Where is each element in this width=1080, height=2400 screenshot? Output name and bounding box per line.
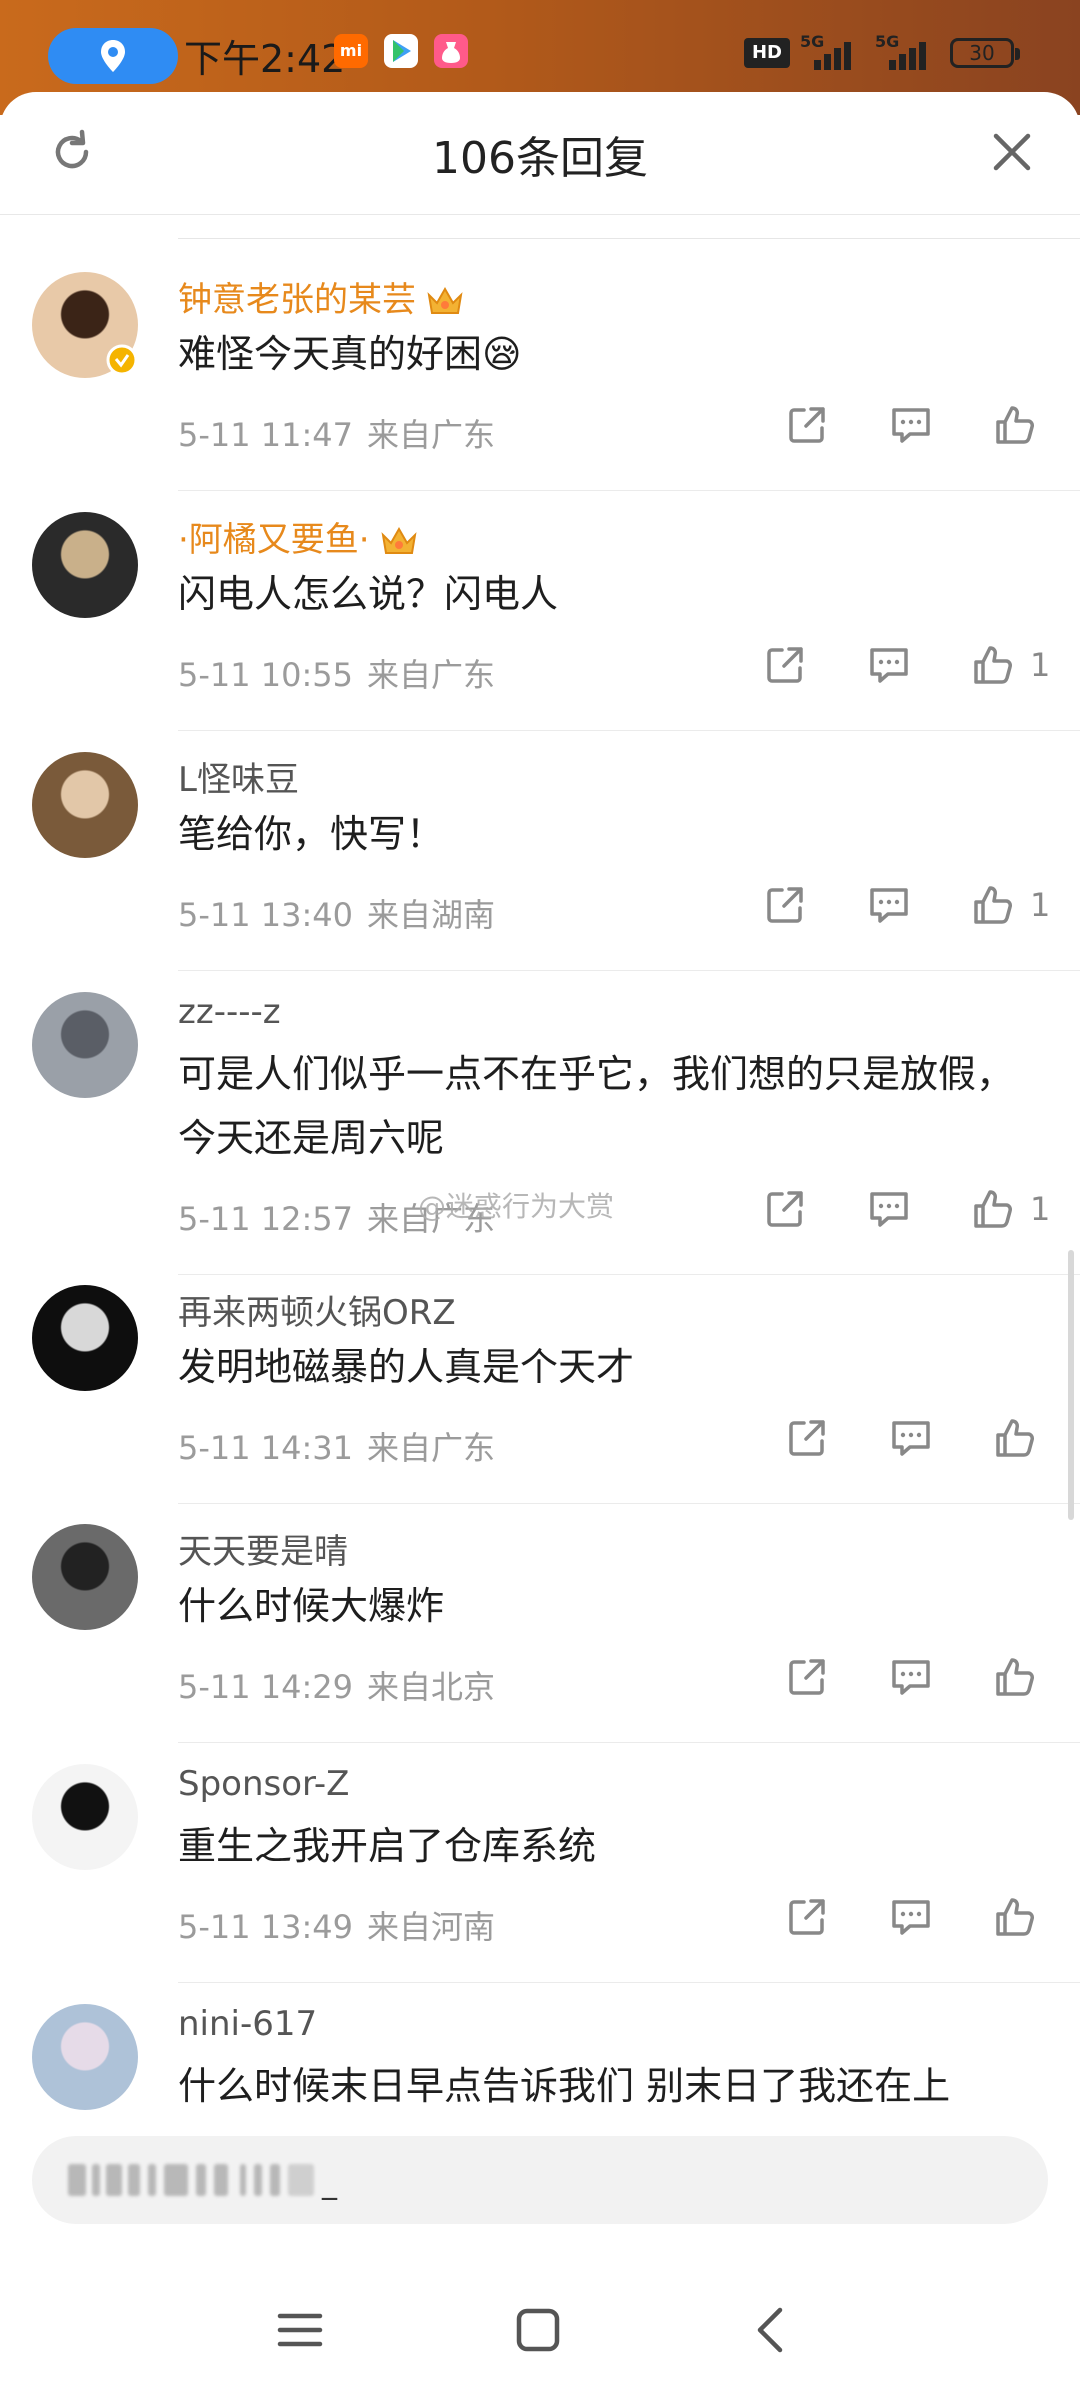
divider [178,1982,1080,1983]
mi-app-icon: mi [334,34,368,68]
comment-icon[interactable] [888,402,934,448]
comment-meta: 5-11 13:40 来自湖南 [178,890,495,936]
comment-date: 5-11 10:55 [178,656,354,694]
system-nav-bar [0,2260,1080,2400]
avatar[interactable] [32,2004,138,2110]
like-icon[interactable] [970,882,1016,928]
divider [178,1274,1080,1275]
sheet-header: 106条回复 [0,92,1080,215]
comment-text: 重生之我开启了仓库系统 [178,1824,597,1868]
comment-location: 来自广东 [367,656,496,694]
share-icon[interactable] [762,882,808,928]
share-icon[interactable] [762,642,808,688]
comment-meta: 5-11 14:31 来自广东 [178,1423,495,1469]
comment-meta: 5-11 11:47 来自广东 [178,410,495,456]
comment-icon[interactable] [888,1654,934,1700]
comment-location: 来自广东 [367,416,496,454]
divider [178,490,1080,491]
battery-icon: 30 [950,38,1020,68]
comment-location: 来自湖南 [367,896,496,934]
username[interactable]: 天天要是晴 [178,1524,348,1573]
comment-date: 5-11 14:31 [178,1429,354,1467]
comment-meta: 5-11 14:29 来自北京 [178,1662,495,1708]
comment-date: 5-11 14:29 [178,1668,354,1706]
close-icon[interactable] [988,128,1036,176]
share-icon[interactable] [784,1415,830,1461]
vip-crown-icon [381,526,417,554]
like-icon[interactable] [992,1415,1038,1461]
home-icon[interactable] [508,2300,568,2360]
divider [178,970,1080,971]
comment-date: 5-11 13:49 [178,1908,354,1946]
signal-strength-icon-2: 5G [875,32,935,70]
avatar[interactable] [32,1524,138,1630]
comment-text: 什么时候末日早点告诉我们 别末日了我还在上 [178,2064,951,2108]
username[interactable]: 钟意老张的某芸 [178,272,464,321]
app-notification-icon [434,34,468,68]
comment-icon[interactable] [888,1415,934,1461]
location-indicator[interactable] [48,28,178,84]
verified-badge-icon [106,344,138,376]
username[interactable]: Sponsor-Z [178,1764,349,1804]
comment-text: 发明地磁暴的人真是个天才 [178,1345,635,1389]
avatar[interactable] [32,992,138,1098]
watermark: @迷惑行为大赏 [418,1190,615,1223]
like-icon[interactable] [970,1186,1016,1232]
share-icon[interactable] [784,1894,830,1940]
like-icon[interactable] [992,1894,1038,1940]
reply-input[interactable]: _ [32,2136,1048,2224]
avatar[interactable] [32,512,138,618]
comment-meta: 5-11 13:49 来自河南 [178,1902,495,1948]
divider [178,730,1080,731]
comment-text: 可是人们似乎一点不在乎它，我们想的只是放假，今天还是周六呢 [178,1052,1015,1160]
play-store-icon [384,34,418,68]
share-icon[interactable] [784,1654,830,1700]
comment-meta: 5-11 10:55 来自广东 [178,650,495,696]
like-count: 1 [1030,1190,1051,1228]
comment-location: 来自广东 [367,1429,496,1467]
scrollbar[interactable] [1068,1250,1074,1520]
signal-strength-icon: 5G [800,32,860,70]
location-pin-icon [101,40,125,72]
comment-date: 5-11 13:40 [178,896,354,934]
username[interactable]: nini-617 [178,2004,317,2044]
comment-text: 难怪今天真的好困😪 [178,332,522,376]
share-icon[interactable] [762,1186,808,1232]
like-count: 1 [1030,646,1051,684]
input-cursor: _ [322,2166,337,2201]
divider [178,238,1080,239]
comment-icon[interactable] [866,642,912,688]
back-icon[interactable] [742,2300,802,2360]
comment-icon[interactable] [888,1894,934,1940]
avatar[interactable] [32,1285,138,1391]
status-time: 下午2:42 [184,37,346,81]
comment-text: 闪电人怎么说？闪电人 [178,572,559,616]
hd-voice-icon: HD [744,38,790,68]
comment-text: 笔给你，快写！ [178,812,445,856]
like-icon[interactable] [992,402,1038,448]
username[interactable]: L怪味豆 [178,752,299,801]
vip-crown-icon [427,286,463,314]
input-text-blurred [68,2164,328,2196]
comment-location: 来自北京 [367,1668,496,1706]
comment-icon[interactable] [866,1186,912,1232]
like-icon[interactable] [970,642,1016,688]
username[interactable]: ·阿橘又要鱼· [178,512,418,561]
like-count: 1 [1030,886,1051,924]
comment-icon[interactable] [866,882,912,928]
comment-location: 来自河南 [367,1908,496,1946]
comment-date: 5-11 11:47 [178,416,354,454]
avatar[interactable] [32,1764,138,1870]
comment-text: 什么时候大爆炸 [178,1584,445,1628]
avatar[interactable] [32,752,138,858]
divider [178,1503,1080,1504]
username[interactable]: zz----z [178,992,281,1032]
comment-date: 5-11 12:57 [178,1200,354,1238]
page-title: 106条回复 [432,133,648,184]
like-icon[interactable] [992,1654,1038,1700]
divider [178,1742,1080,1743]
username[interactable]: 再来两顿火锅ORZ [178,1285,456,1334]
menu-icon[interactable] [270,2300,330,2360]
share-icon[interactable] [784,402,830,448]
